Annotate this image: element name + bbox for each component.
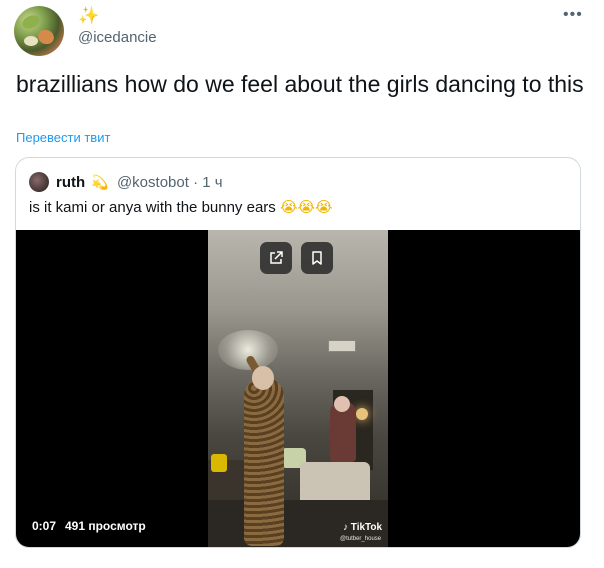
quoted-tweet-text: is it kami or anya with the bunny ears 😭…	[29, 198, 333, 218]
avatar-decoration	[20, 12, 42, 32]
dancer-head	[252, 366, 274, 390]
tweet-text: brazillians how do we feel about the gir…	[16, 71, 584, 97]
dancer	[244, 378, 284, 546]
quoted-display-name[interactable]: ruth	[56, 174, 85, 191]
quoted-tweet[interactable]: ruth 💫 @kostobot · 1 ч is it kami or any…	[15, 157, 581, 548]
external-link-button[interactable]	[260, 242, 292, 274]
video-views: 491 просмотр	[65, 519, 146, 533]
more-options-icon[interactable]: •••	[563, 6, 583, 24]
wall-lamp	[356, 408, 368, 420]
tiktok-label: TikTok	[350, 522, 383, 533]
video-time: 0:07	[32, 519, 57, 533]
background-person-head	[334, 396, 350, 412]
external-link-icon	[270, 251, 283, 264]
tiktok-handle: @tutber_house	[340, 536, 382, 542]
avatar[interactable]	[14, 6, 64, 56]
quoted-header: ruth 💫 @kostobot · 1 ч	[56, 173, 223, 192]
display-name[interactable]: ✨	[78, 6, 99, 26]
yellow-pillow	[211, 454, 227, 472]
quoted-name-emoji: 💫	[91, 174, 109, 190]
video-player[interactable]: ♪ TikTok @tutber_house 0:07 491 просмотр	[16, 230, 580, 547]
avatar-decoration	[24, 36, 38, 46]
quoted-user-handle[interactable]: @kostobot	[117, 174, 189, 191]
quoted-avatar[interactable]	[29, 172, 49, 192]
translate-tweet-link[interactable]: Перевести твит	[16, 130, 110, 145]
crying-emoji: 😭😭😭	[279, 199, 333, 216]
avatar-decoration	[36, 27, 56, 47]
video-frame	[208, 230, 388, 547]
quoted-text-body: is it kami or anya with the bunny ears	[29, 199, 280, 216]
tiktok-watermark: ♪ TikTok	[343, 522, 383, 533]
bookmark-button[interactable]	[301, 242, 333, 274]
bookmark-icon	[312, 251, 322, 265]
user-handle[interactable]: @icedancie	[78, 29, 157, 47]
quoted-timestamp[interactable]: · 1 ч	[193, 174, 223, 191]
ceiling-vent	[328, 340, 356, 352]
